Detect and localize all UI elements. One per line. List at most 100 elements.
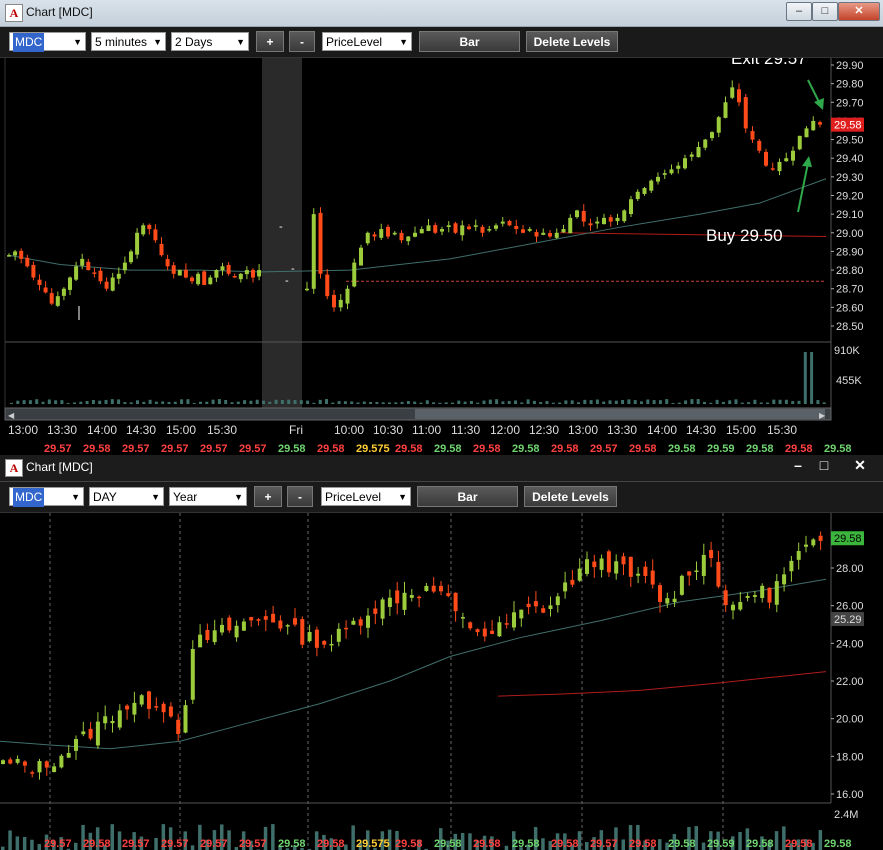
interval-select[interactable]: DAY ▼ bbox=[89, 487, 164, 506]
candle-body bbox=[379, 229, 384, 238]
volume-bar bbox=[123, 402, 127, 404]
candle-body bbox=[433, 225, 438, 233]
volume-axis-label: 455K bbox=[836, 375, 862, 387]
quote-strip-value: 29.58 bbox=[434, 838, 462, 850]
volume-bar bbox=[79, 401, 83, 404]
candle-body bbox=[689, 154, 694, 157]
volume-bar bbox=[539, 402, 543, 404]
candle-body bbox=[760, 585, 765, 598]
time-axis-label: 11:00 bbox=[412, 423, 441, 437]
price-axis-label: 29.50 bbox=[836, 135, 864, 147]
candle-body bbox=[614, 561, 619, 574]
candle-body bbox=[606, 551, 611, 573]
volume-bar bbox=[406, 401, 410, 404]
title-bar[interactable]: A Chart [MDC] – □ ✕ bbox=[0, 455, 883, 482]
volume-bar bbox=[570, 400, 574, 404]
candle-body bbox=[709, 549, 714, 559]
close-button[interactable]: ✕ bbox=[846, 457, 874, 474]
volume-bar bbox=[709, 402, 713, 404]
quote-strip-value: 29.58 bbox=[473, 443, 501, 455]
candle-body bbox=[202, 271, 207, 285]
candle-body bbox=[743, 97, 748, 129]
candle-body bbox=[31, 264, 36, 278]
zoom-in-button[interactable]: + bbox=[256, 31, 284, 52]
chevron-down-icon: ▼ bbox=[73, 37, 82, 47]
candle-body bbox=[110, 277, 115, 291]
candle-body bbox=[723, 590, 728, 606]
volume-bar bbox=[738, 831, 742, 850]
candle-body bbox=[13, 251, 18, 256]
candle-body bbox=[332, 294, 336, 308]
candle-body bbox=[103, 716, 108, 724]
volume-bar bbox=[658, 839, 662, 850]
candle-body bbox=[581, 210, 586, 222]
zoom-in-button[interactable]: + bbox=[254, 486, 282, 507]
volume-bar bbox=[545, 401, 549, 404]
time-axis-label: 14:00 bbox=[647, 423, 677, 437]
volume-bar bbox=[369, 401, 373, 404]
volume-bar bbox=[142, 401, 146, 404]
minimize-button[interactable]: – bbox=[786, 457, 810, 474]
volume-bar bbox=[585, 842, 589, 850]
volume-bar bbox=[740, 402, 744, 404]
candle-body bbox=[68, 277, 72, 290]
symbol-select[interactable]: MDC ▼ bbox=[9, 487, 84, 507]
candle-body bbox=[568, 217, 573, 234]
candle-body bbox=[482, 628, 487, 637]
range-select[interactable]: Year ▼ bbox=[169, 487, 247, 506]
candle-body bbox=[650, 570, 655, 585]
delete-levels-button[interactable]: Delete Levels bbox=[526, 31, 618, 52]
quote-strip-value: 29.57 bbox=[200, 443, 228, 455]
volume-bar bbox=[614, 400, 618, 404]
maximize-button[interactable]: □ bbox=[812, 457, 836, 474]
maximize-button[interactable]: □ bbox=[812, 2, 838, 21]
interval-select[interactable]: 5 minutes ▼ bbox=[91, 32, 166, 51]
chevron-down-icon: ▼ bbox=[153, 37, 162, 47]
candle-body bbox=[642, 188, 647, 194]
symbol-select[interactable]: MDC ▼ bbox=[9, 32, 86, 52]
candle-body bbox=[104, 281, 109, 289]
volume-bar bbox=[362, 401, 366, 404]
volume-bar bbox=[41, 401, 45, 404]
candle-body bbox=[198, 634, 203, 648]
delete-levels-button[interactable]: Delete Levels bbox=[524, 486, 617, 507]
quote-strip-value: 29.58 bbox=[395, 443, 423, 455]
title-bar[interactable]: A Chart [MDC] – □ ✕ bbox=[0, 0, 883, 27]
bar-button[interactable]: Bar bbox=[419, 31, 520, 52]
candle-body bbox=[336, 628, 341, 642]
quote-strip-value: 29.58 bbox=[512, 443, 540, 455]
zoom-out-button[interactable]: - bbox=[289, 31, 315, 52]
candle-body bbox=[679, 575, 684, 595]
time-axis-label: 13:00 bbox=[568, 423, 598, 437]
bar-button[interactable]: Bar bbox=[417, 486, 518, 507]
zoom-out-button[interactable]: - bbox=[287, 486, 313, 507]
quote-strip-value: 29.57 bbox=[161, 443, 189, 455]
volume-bar bbox=[451, 402, 454, 404]
candle-body bbox=[541, 608, 546, 613]
volume-bar bbox=[696, 399, 700, 404]
quote-strip-value: 29.58 bbox=[668, 838, 696, 850]
moving-average-label: 25.29 bbox=[834, 614, 862, 626]
volume-bar bbox=[482, 400, 486, 404]
range-select[interactable]: 2 Days ▼ bbox=[171, 32, 249, 51]
volume-bar bbox=[351, 825, 355, 850]
price-axis-label: 20.00 bbox=[836, 714, 864, 726]
intraday-chart[interactable]: 29.9029.8029.7029.6029.5029.4029.3029.20… bbox=[0, 58, 883, 455]
candle-body bbox=[177, 270, 182, 276]
pricelevel-select[interactable]: PriceLevel ▼ bbox=[322, 32, 412, 51]
volume-bar bbox=[457, 400, 461, 404]
candle-body bbox=[244, 270, 249, 275]
price-axis-label: 29.40 bbox=[836, 153, 864, 165]
scrollbar-thumb bbox=[415, 409, 825, 419]
candle-body bbox=[636, 573, 641, 576]
close-button[interactable]: ✕ bbox=[838, 2, 880, 21]
volume-bar bbox=[287, 399, 291, 404]
minimize-button[interactable]: – bbox=[786, 2, 812, 21]
candle-body bbox=[643, 566, 648, 577]
candle-body bbox=[135, 232, 140, 255]
pricelevel-select[interactable]: PriceLevel ▼ bbox=[321, 487, 411, 506]
candle-body bbox=[440, 229, 444, 232]
candle-body bbox=[548, 232, 552, 237]
candle-body bbox=[473, 225, 478, 227]
daily-chart[interactable]: 28.00 26.00 24.00 22.00 20.00 18.00 16.00 2.4M 2… bbox=[0, 513, 883, 850]
